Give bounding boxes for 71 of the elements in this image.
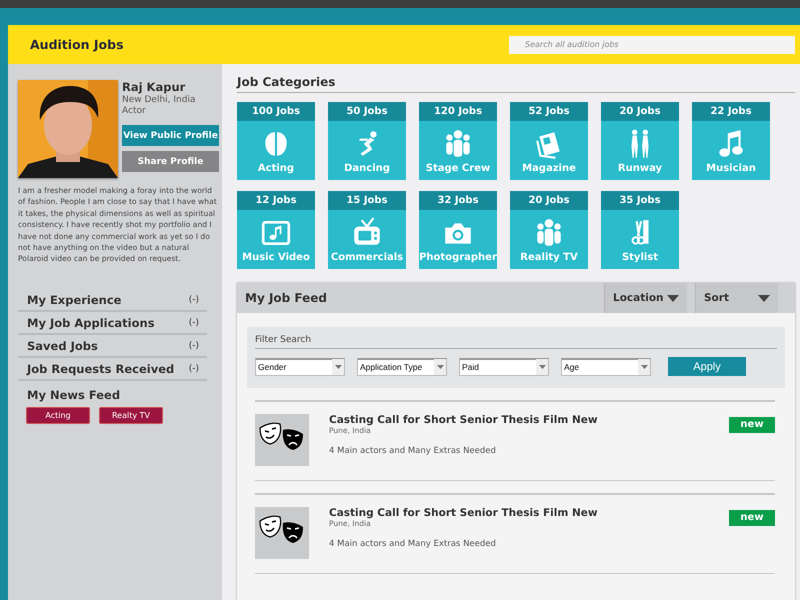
category-tile[interactable]: 12 Jobs Music Video bbox=[237, 191, 315, 269]
dropdown[interactable]: Location bbox=[604, 283, 687, 313]
category-tile[interactable]: 22 Jobs Musician bbox=[692, 102, 770, 180]
caret-icon bbox=[436, 365, 444, 369]
job-count: 35 Jobs bbox=[601, 191, 679, 210]
profile-location: New Delhi, India bbox=[122, 95, 196, 105]
apply-button[interactable]: Apply bbox=[668, 357, 746, 376]
category-label: Reality TV bbox=[520, 252, 578, 263]
sidebar-item[interactable]: Job Requests Received (-) bbox=[18, 358, 207, 381]
new-badge: new bbox=[729, 417, 775, 433]
category-tile[interactable]: 20 Jobs Runway bbox=[601, 102, 679, 180]
category-label: Music Video bbox=[242, 252, 310, 263]
select-field[interactable]: Application Type bbox=[357, 358, 447, 376]
job-count: 12 Jobs bbox=[237, 191, 315, 210]
category-label: Photographer bbox=[419, 252, 497, 263]
section-heading: Job Categories bbox=[237, 75, 795, 93]
caret-icon bbox=[538, 365, 546, 369]
sidebar-item[interactable]: Saved Jobs (-) bbox=[18, 334, 207, 358]
job-title[interactable]: Casting Call for Short Senior Thesis Film New bbox=[329, 414, 729, 426]
category-label: Acting bbox=[258, 163, 294, 174]
category-tile[interactable]: 35 Jobs Stylist bbox=[601, 191, 679, 269]
news-feed-heading: My News Feed bbox=[26, 386, 122, 404]
theater-masks-icon bbox=[255, 414, 309, 466]
category-label: Magazine bbox=[522, 163, 576, 174]
app-title: Audition Jobs bbox=[30, 37, 124, 52]
category-tile[interactable]: 120 Jobs Stage Crew bbox=[419, 102, 497, 180]
share-profile-button[interactable]: Share Profile bbox=[122, 151, 219, 172]
select-field[interactable]: Age bbox=[561, 358, 651, 376]
category-tile[interactable]: 50 Jobs Dancing bbox=[328, 102, 406, 180]
caret-icon bbox=[758, 294, 770, 302]
caret-icon bbox=[667, 294, 679, 302]
new-badge: new bbox=[729, 510, 775, 526]
category-label: Dancing bbox=[344, 163, 390, 174]
job-count: 52 Jobs bbox=[510, 102, 588, 121]
job-count: 32 Jobs bbox=[419, 191, 497, 210]
job-count: 15 Jobs bbox=[328, 191, 406, 210]
job-description: 4 Main actors and Many Extras Needed bbox=[329, 539, 497, 549]
category-label: Musician bbox=[706, 163, 756, 174]
job-count: 20 Jobs bbox=[601, 102, 679, 121]
job-title[interactable]: Casting Call for Short Senior Thesis Film New bbox=[329, 507, 729, 519]
job-count: 120 Jobs bbox=[419, 102, 497, 121]
search-field[interactable]: Search all audition jobs bbox=[509, 36, 795, 54]
select-field[interactable]: Gender bbox=[255, 358, 345, 376]
select-field[interactable]: Paid bbox=[459, 358, 549, 376]
caret-icon bbox=[640, 365, 648, 369]
dropdown[interactable]: Sort bbox=[695, 283, 778, 313]
tag[interactable]: Realty TV bbox=[99, 406, 163, 424]
sidebar-item[interactable]: My Experience (-) bbox=[18, 288, 207, 312]
category-label: Commercials bbox=[330, 252, 404, 263]
job-count: 22 Jobs bbox=[692, 102, 770, 121]
category-tile[interactable]: 100 Jobs Acting bbox=[237, 102, 315, 180]
job-count: 50 Jobs bbox=[328, 102, 406, 121]
job-count: 20 Jobs bbox=[510, 191, 588, 210]
panel-title: My Job Feed bbox=[245, 291, 328, 305]
profile-name: Raj Kapur bbox=[122, 80, 186, 94]
theater-masks-icon bbox=[255, 507, 309, 559]
category-label: Stylist bbox=[622, 252, 658, 263]
category-tile[interactable]: 32 Jobs Photographer bbox=[419, 191, 497, 269]
category-label: Stage Crew bbox=[426, 163, 490, 174]
caret-icon bbox=[334, 365, 342, 369]
job-description: 4 Main actors and Many Extras Needed bbox=[329, 446, 497, 456]
filter-heading: Filter Search bbox=[255, 335, 777, 349]
category-tile[interactable]: 20 Jobs Reality TV bbox=[510, 191, 588, 269]
job-count: 100 Jobs bbox=[237, 102, 315, 121]
profile-role: Actor bbox=[122, 106, 147, 116]
tag[interactable]: Acting bbox=[26, 406, 90, 424]
category-label: Runway bbox=[618, 163, 662, 174]
sidebar-item[interactable]: My Job Applications (-) bbox=[18, 312, 207, 335]
category-tile[interactable]: 15 Jobs Commercials bbox=[328, 191, 406, 269]
category-tile[interactable]: 52 Jobs Magazine bbox=[510, 102, 588, 180]
view-profile-button[interactable]: View Public Profile bbox=[122, 125, 219, 146]
